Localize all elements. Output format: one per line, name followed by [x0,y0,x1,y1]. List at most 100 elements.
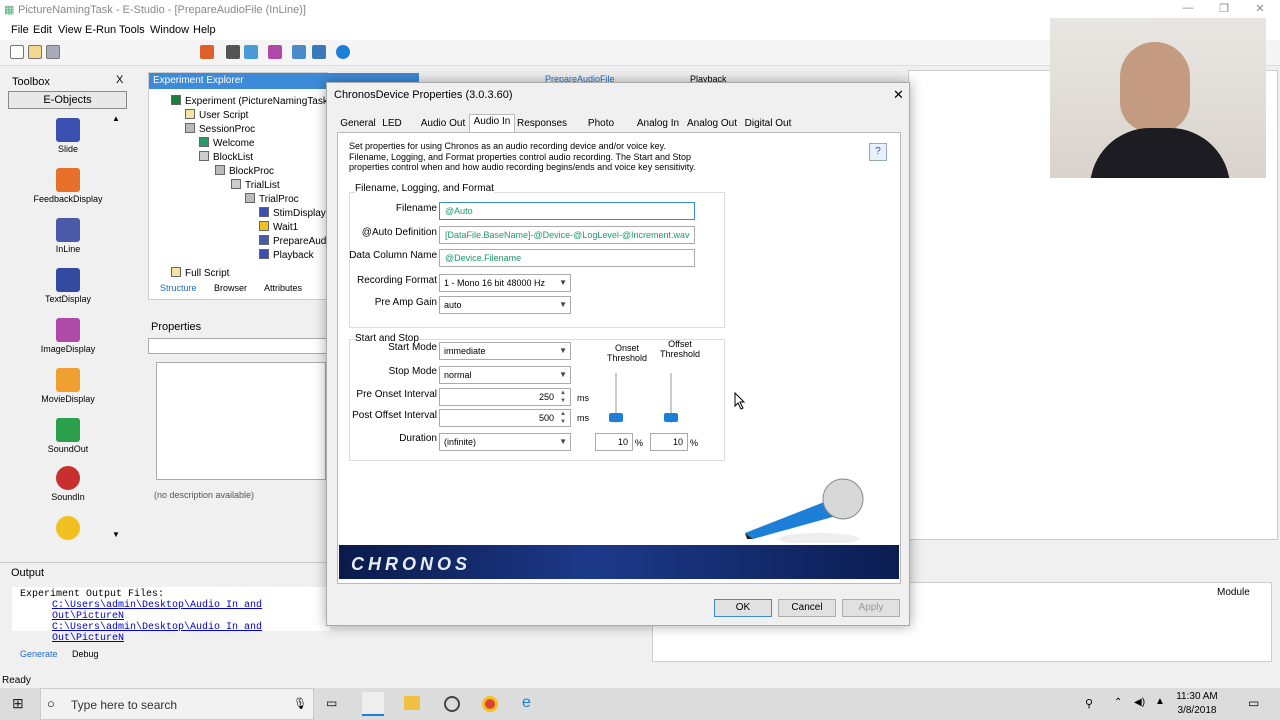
app-icon[interactable] [444,696,460,712]
toolbox-item-wait[interactable] [18,516,118,542]
tab-digital-out[interactable]: Digital Out [743,117,793,133]
post-offset-interval-spinner[interactable]: 500 ▲ ▼ [439,409,571,427]
filename-input[interactable]: @Auto [439,202,695,220]
menu-edit[interactable]: Edit [33,24,52,36]
tab-photo-sensor[interactable]: Photo Sensor [571,117,631,143]
stop-mode-select[interactable]: normal ▼ [439,366,571,384]
estudio-taskbar-icon[interactable] [362,692,384,716]
data-column-name-input[interactable]: @Device.Filename [439,249,695,267]
tab-generate[interactable]: Generate [20,649,58,659]
new-file-icon[interactable] [10,45,24,59]
tab-audio-in[interactable]: Audio In [469,114,515,132]
clock-date[interactable]: 3/8/2018 [1172,705,1222,716]
properties-object-select[interactable] [148,338,328,354]
dialog-close-icon[interactable]: ✕ [893,87,904,103]
toolbox-item-soundin[interactable]: SoundIn [18,466,118,502]
output-file-link[interactable]: C:\Users\admin\Desktop\Audio In and Out\… [20,622,322,644]
slider-thumb[interactable] [609,413,623,422]
info-icon[interactable] [336,45,350,59]
toolbox-item-imagedisplay[interactable]: ImageDisplay [18,318,118,354]
duration-select[interactable]: (infinite) ▼ [439,433,571,451]
offset-threshold-input[interactable]: 10 [650,433,688,451]
tree-item-userscript[interactable]: User Script [185,109,248,121]
tree-item-wait1[interactable]: Wait1 [259,221,298,233]
menu-window[interactable]: Window [150,24,189,36]
toolbox-item-moviedisplay[interactable]: MovieDisplay [18,368,118,404]
tab-structure[interactable]: Structure [160,283,197,293]
output-text-area[interactable]: Experiment Output Files: C:\Users\admin\… [12,587,330,644]
eobjects-category[interactable]: E-Objects [8,91,127,109]
open-folder-icon[interactable] [28,45,42,59]
save-icon[interactable] [46,45,60,59]
toolbox-close-icon[interactable]: X [116,74,123,86]
layout-icon[interactable] [292,45,306,59]
onset-threshold-slider[interactable] [609,373,623,423]
toolbox-item-slide[interactable]: Slide [18,118,118,154]
tree-item-fullscript[interactable]: Full Script [171,267,229,279]
menu-view[interactable]: View [58,24,82,36]
maximize-button[interactable]: ❐ [1214,2,1234,18]
tree-item-blocklist[interactable]: BlockList [199,151,253,163]
pre-amp-gain-select[interactable]: auto ▼ [439,296,571,314]
properties-grid[interactable] [156,362,326,480]
tree-item-experiment[interactable]: Experiment (PictureNamingTask.e [171,95,336,107]
spinner-arrows-icon[interactable]: ▲ ▼ [558,410,568,426]
structure-icon[interactable] [268,45,282,59]
menu-erun[interactable]: E-Run [85,24,116,36]
tab-debug[interactable]: Debug [72,649,99,659]
tab-responses[interactable]: Responses [517,117,567,133]
tree-item-stimdisplay[interactable]: StimDisplay [259,207,326,219]
taskbar-search-box[interactable]: ○ Type here to search 🎙 [40,688,314,720]
tab-general[interactable]: General [339,117,377,133]
task-view-icon[interactable]: ▭ [326,696,337,710]
window-icon[interactable] [312,45,326,59]
toolbox-item-feedbackdisplay[interactable]: FeedbackDisplay [18,168,118,204]
toolbox-item-soundout[interactable]: SoundOut [18,418,118,454]
tab-led[interactable]: LED [379,117,405,133]
volume-icon[interactable]: ◀) [1134,697,1145,708]
tray-chevron-icon[interactable]: ⌃ [1114,697,1122,708]
tree-item-welcome[interactable]: Welcome [199,137,255,149]
tab-attributes[interactable]: Attributes [264,283,302,293]
onset-threshold-input[interactable]: 10 [595,433,633,451]
tree-item-triallist[interactable]: TrialList [231,179,280,191]
tool-icon[interactable] [244,45,258,59]
gear-icon[interactable] [226,45,240,59]
tab-analog-in[interactable]: Analog In [635,117,681,133]
clock-time[interactable]: 11:30 AM [1172,691,1222,702]
pre-onset-interval-spinner[interactable]: 250 ▲ ▼ [439,388,571,406]
generate-icon[interactable] [200,45,214,59]
network-icon[interactable]: ▲ [1155,696,1165,707]
tree-item-prepareaudiofile[interactable]: PrepareAud [259,235,326,247]
tab-analog-out[interactable]: Analog Out [685,117,739,133]
edge-icon[interactable]: e [522,694,531,712]
tree-item-blockproc[interactable]: BlockProc [215,165,274,177]
people-icon[interactable]: ⚲ [1085,697,1093,710]
chrome-icon[interactable] [482,696,498,712]
windows-start-icon[interactable]: ⊞ [12,695,24,712]
toolbox-item-textdisplay[interactable]: TextDisplay [18,268,118,304]
minimize-button[interactable]: — [1178,2,1198,18]
recording-format-select[interactable]: 1 - Mono 16 bit 48000 Hz ▼ [439,274,571,292]
notifications-icon[interactable]: ▭ [1248,696,1259,710]
output-file-link[interactable]: C:\Users\admin\Desktop\Audio In and Out\… [20,600,322,622]
tree-item-playback[interactable]: Playback [259,249,314,261]
toolbox-item-inline[interactable]: InLine [18,218,118,254]
cancel-button[interactable]: Cancel [778,599,836,617]
menu-file[interactable]: File [11,24,29,36]
offset-threshold-slider[interactable] [664,373,678,423]
tab-audio-out[interactable]: Audio Out [417,117,469,133]
tab-browser[interactable]: Browser [214,283,247,293]
auto-definition-input[interactable]: [DataFile.BaseName]-@Device-@LogLevel-@I… [439,226,695,244]
tree-item-trialproc[interactable]: TrialProc [245,193,299,205]
file-explorer-icon[interactable] [404,696,420,710]
close-window-button[interactable]: ✕ [1250,2,1270,18]
ok-button[interactable]: OK [714,599,772,617]
spinner-arrows-icon[interactable]: ▲ ▼ [558,389,568,405]
slider-thumb[interactable] [664,413,678,422]
start-mode-select[interactable]: immediate ▼ [439,342,571,360]
apply-button[interactable]: Apply [842,599,900,617]
menu-tools[interactable]: Tools [119,24,145,36]
help-icon[interactable]: ? [869,143,887,161]
menu-help[interactable]: Help [193,24,216,36]
